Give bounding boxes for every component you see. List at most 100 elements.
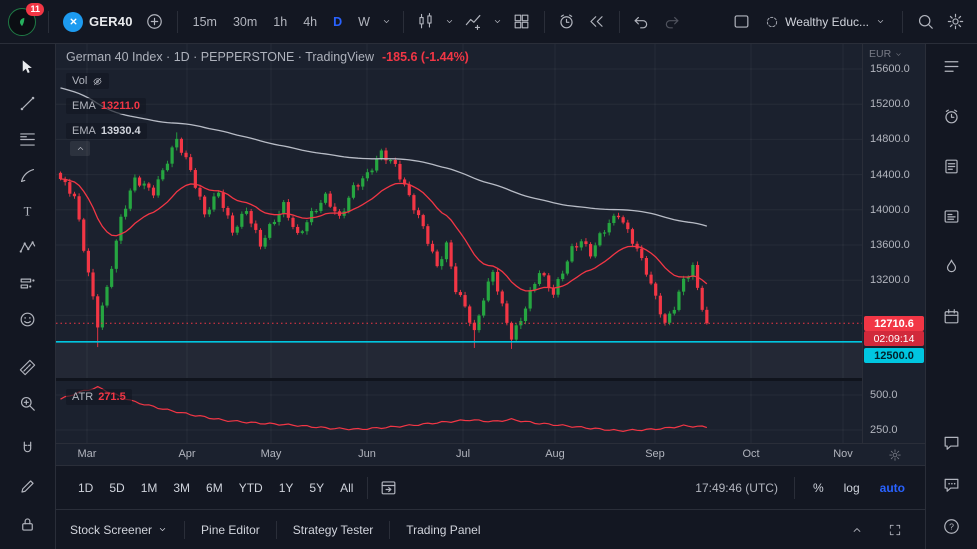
settings-button[interactable] [941, 8, 969, 36]
chart-area[interactable]: German 40 Index · 1D · PEPPERSTONE · Tra… [56, 44, 925, 465]
separator [48, 10, 49, 33]
tab-label: Pine Editor [201, 522, 260, 537]
tab-label: Strategy Tester [292, 522, 374, 537]
pattern-tool-button[interactable] [15, 234, 41, 260]
chart-style-button[interactable] [412, 8, 440, 36]
ema-slow-legend-chip[interactable]: EMA 13930.4 [66, 123, 147, 139]
ideas-button[interactable] [939, 471, 965, 497]
range-1y[interactable]: 1Y [271, 476, 302, 500]
ema-fast-legend-chip[interactable]: EMA 13211.0 [66, 98, 146, 114]
timeframe-15m[interactable]: 15m [186, 9, 224, 35]
chevron-up-icon [77, 147, 83, 150]
tab-strategy-tester[interactable]: Strategy Tester [293, 523, 373, 537]
volume-legend-chip[interactable]: Vol [66, 73, 110, 89]
news-button[interactable] [939, 153, 965, 179]
calendar-icon [944, 308, 959, 323]
panel-maximize-button[interactable] [881, 516, 909, 544]
percent-scale-button[interactable]: % [805, 476, 832, 500]
forecast-icon [20, 278, 35, 288]
fib-retracement-tool-button[interactable] [15, 126, 41, 152]
log-scale-button[interactable]: log [836, 476, 868, 500]
layout-button[interactable] [727, 8, 755, 36]
help-icon: ? [944, 518, 959, 534]
chart-style-menu-button[interactable] [442, 8, 458, 36]
alert-button[interactable] [553, 8, 581, 36]
emoji-tool-button[interactable] [15, 306, 41, 332]
timeframe-1h[interactable]: 1h [266, 9, 294, 35]
symbol-search-button[interactable]: GER40 [57, 7, 139, 37]
auto-scale-button[interactable]: auto [872, 476, 913, 500]
utc-clock[interactable]: 17:49:46 (UTC) [689, 481, 784, 495]
grid-layout-button[interactable] [508, 8, 536, 36]
alerts-button[interactable] [939, 103, 965, 129]
timeframes-menu-button[interactable] [379, 8, 395, 36]
atr-legend-chip[interactable]: ATR 271.5 [66, 389, 132, 405]
measure-tool-button[interactable] [15, 354, 41, 380]
range-1d[interactable]: 1D [70, 476, 101, 500]
price-axis[interactable]: EUR 15600.0 15200.0 14800.0 14400.0 1400… [862, 44, 925, 443]
countdown-badge: 02:09:14 [864, 331, 924, 346]
symbol-name: GER40 [89, 14, 133, 29]
magnet-tool-button[interactable] [15, 435, 41, 461]
range-ytd[interactable]: YTD [231, 476, 271, 500]
time-axis-settings-button[interactable] [886, 446, 904, 464]
replay-button[interactable] [583, 8, 611, 36]
help-button[interactable]: ? [939, 513, 965, 539]
ema-label: EMA [72, 125, 96, 137]
time-axis[interactable]: Mar Apr May Jun Jul Aug Sep Oct Nov [56, 443, 925, 465]
emoji-smiley-icon [20, 312, 35, 326]
hotlists-button[interactable] [939, 253, 965, 279]
alarm-clock-icon [945, 109, 958, 123]
add-symbol-button[interactable] [141, 8, 169, 36]
timeframe-1w[interactable]: W [351, 9, 377, 35]
range-3m[interactable]: 3M [165, 476, 198, 500]
redo-button[interactable] [658, 8, 686, 36]
undo-button[interactable] [628, 8, 656, 36]
range-all[interactable]: All [332, 476, 361, 500]
watchlist-button[interactable] [939, 53, 965, 79]
text-tool-button[interactable]: T [15, 198, 41, 224]
currency-selector[interactable]: EUR [869, 48, 903, 60]
timeframe-4h[interactable]: 4h [296, 9, 324, 35]
eye-off-icon[interactable] [92, 76, 103, 87]
calendar-button[interactable] [939, 303, 965, 329]
chat-button[interactable] [939, 429, 965, 455]
svg-text:?: ? [949, 521, 954, 531]
forecast-tool-button[interactable] [15, 270, 41, 296]
tab-pine-editor[interactable]: Pine Editor [201, 523, 260, 537]
range-6m[interactable]: 6M [198, 476, 231, 500]
range-1m[interactable]: 1M [133, 476, 166, 500]
account-menu-button[interactable]: Wealthy Educ... [757, 7, 894, 37]
separator [367, 476, 369, 499]
separator [389, 520, 391, 539]
tab-stock-screener[interactable]: Stock Screener [70, 523, 168, 537]
range-5y[interactable]: 5Y [301, 476, 332, 500]
atr-pane-canvas[interactable] [56, 381, 862, 443]
indicators-menu-button[interactable] [490, 8, 506, 36]
trend-line-tool-button[interactable] [15, 90, 41, 116]
zoom-tool-button[interactable] [15, 390, 41, 416]
search-icon [918, 14, 933, 29]
price-tick: 15600.0 [870, 63, 910, 75]
tab-trading-panel[interactable]: Trading Panel [406, 523, 480, 537]
replay-rewind-icon [590, 16, 604, 27]
magnet-icon [23, 441, 32, 452]
timeframe-30m[interactable]: 30m [226, 9, 264, 35]
data-window-button[interactable] [939, 203, 965, 229]
goto-date-button[interactable] [374, 474, 402, 502]
chevron-down-icon [384, 20, 390, 23]
panel-expand-button[interactable] [843, 516, 871, 544]
range-5d[interactable]: 5D [101, 476, 132, 500]
workspace-logo-button[interactable]: 11 [8, 2, 44, 38]
edit-tool-button[interactable] [15, 473, 41, 499]
search-button[interactable] [911, 8, 939, 36]
indicators-button[interactable] [460, 8, 488, 36]
timeframe-1d[interactable]: D [326, 9, 349, 35]
month-label: Apr [178, 448, 196, 460]
symbol-title[interactable]: German 40 Index · 1D · PEPPERSTONE · Tra… [66, 50, 469, 64]
month-label: Aug [545, 448, 565, 460]
brush-tool-button[interactable] [15, 162, 41, 188]
legend-collapse-button[interactable] [70, 141, 90, 156]
cursor-tool-button[interactable] [15, 54, 41, 80]
lock-drawings-button[interactable] [15, 511, 41, 537]
